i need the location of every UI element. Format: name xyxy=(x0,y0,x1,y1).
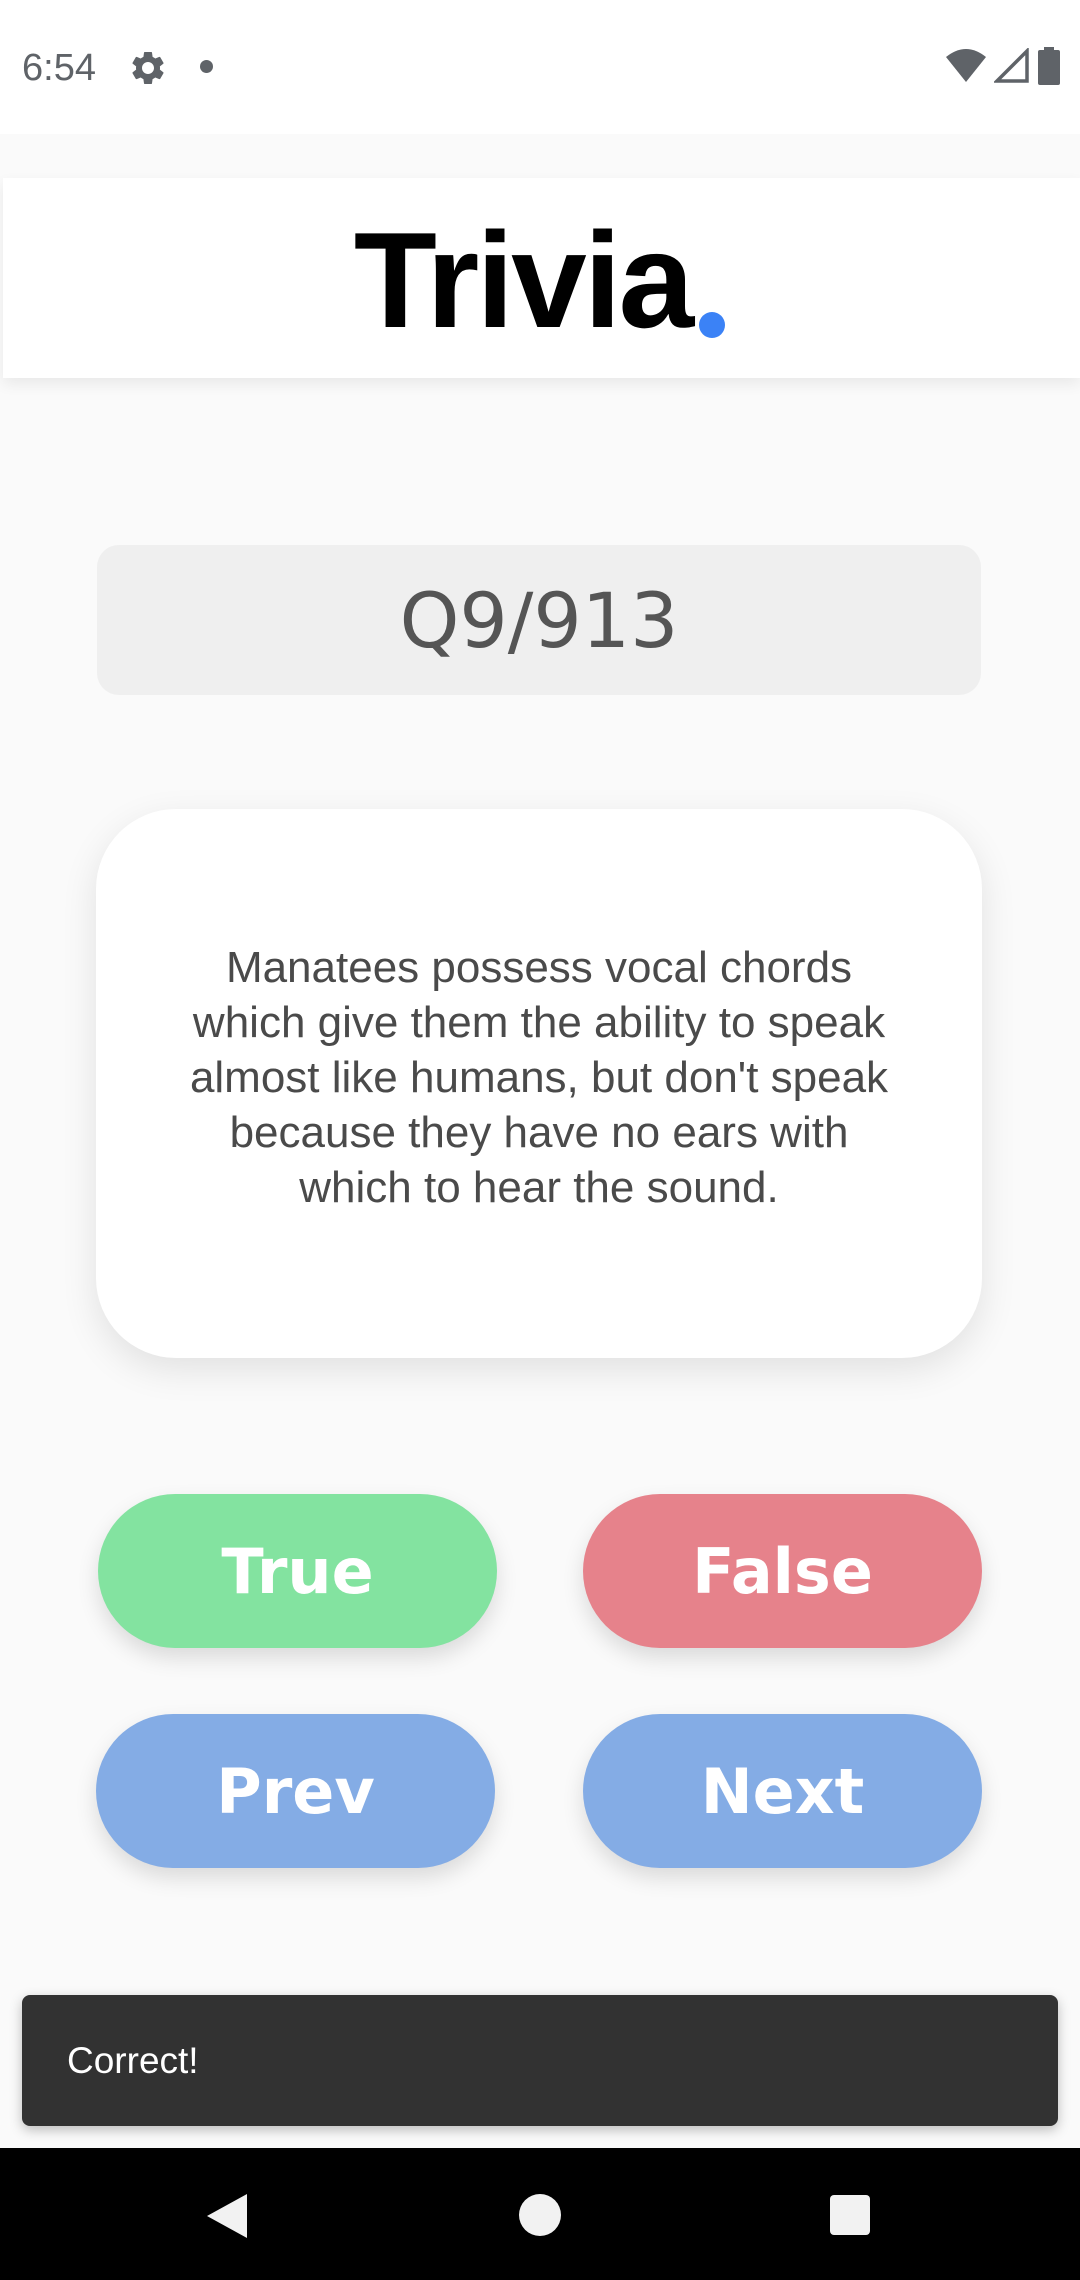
question-counter-text: Q9/913 xyxy=(399,575,679,665)
app-logo: Trivia xyxy=(353,204,726,356)
false-button[interactable]: False xyxy=(583,1494,982,1648)
prev-button[interactable]: Prev xyxy=(96,1714,495,1868)
cell-signal-icon xyxy=(994,48,1029,83)
brand-dot-icon xyxy=(699,312,726,338)
home-icon[interactable] xyxy=(519,2194,561,2236)
next-button[interactable]: Next xyxy=(583,1714,982,1868)
question-text: Manatees possess vocal chords which give… xyxy=(189,943,889,1212)
recents-icon[interactable] xyxy=(830,2195,870,2235)
status-bar: 6:54 xyxy=(0,0,1080,134)
navigation-bar xyxy=(0,2148,1080,2280)
battery-icon xyxy=(1038,47,1060,85)
snackbar-message: Correct! xyxy=(67,2039,199,2081)
question-card: Manatees possess vocal chords which give… xyxy=(96,809,982,1358)
trivia-screen: 6:54 Trivia Q9/913 Manatees possess voca… xyxy=(0,0,1080,2280)
gear-icon xyxy=(132,51,164,84)
app-header: Trivia xyxy=(3,178,1080,378)
status-icons xyxy=(946,46,1060,86)
snackbar: Correct! xyxy=(22,1995,1058,2126)
question-counter: Q9/913 xyxy=(97,545,981,695)
status-time: 6:54 xyxy=(22,47,96,89)
true-button[interactable]: True xyxy=(98,1494,497,1648)
app-title: Trivia xyxy=(353,204,694,356)
notification-dot-icon xyxy=(200,60,213,73)
back-icon[interactable] xyxy=(203,2192,249,2240)
wifi-icon xyxy=(946,49,986,82)
